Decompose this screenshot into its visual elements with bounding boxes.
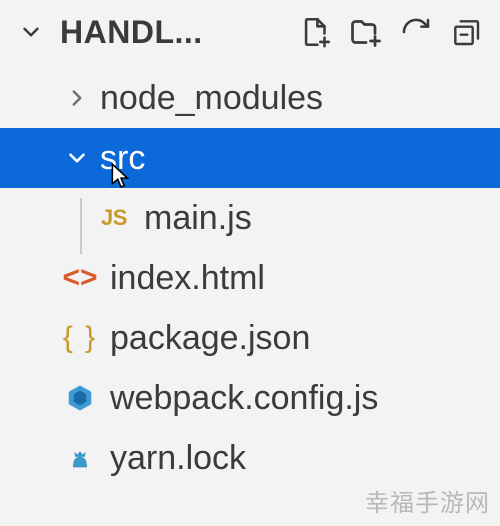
explorer-header: HANDL... [0, 0, 500, 64]
file-label: yarn.lock [110, 441, 246, 475]
file-package-json[interactable]: { } package.json [0, 308, 500, 368]
yarn-file-icon [60, 438, 100, 478]
file-yarn-lock[interactable]: yarn.lock [0, 428, 500, 488]
file-main-js[interactable]: JS main.js [0, 188, 500, 248]
chevron-right-icon [60, 81, 94, 115]
json-file-icon: { } [60, 318, 100, 358]
tree-guide-line [80, 198, 82, 254]
chevron-down-icon[interactable] [14, 15, 48, 49]
new-file-button[interactable] [292, 8, 340, 56]
watermark-text: 幸福手游网 [365, 483, 490, 518]
chevron-down-icon [60, 141, 94, 175]
folder-node-modules[interactable]: node_modules [0, 68, 500, 128]
new-folder-button[interactable] [342, 8, 390, 56]
file-webpack-config-js[interactable]: webpack.config.js [0, 368, 500, 428]
folder-label: src [100, 141, 145, 175]
webpack-file-icon [60, 378, 100, 418]
explorer-title: HANDL... [60, 14, 203, 51]
folder-label: node_modules [100, 81, 323, 115]
collapse-all-button[interactable] [442, 8, 490, 56]
file-index-html[interactable]: <> index.html [0, 248, 500, 308]
file-label: package.json [110, 321, 310, 355]
folder-src[interactable]: src [0, 128, 500, 188]
js-file-icon: JS [94, 198, 134, 238]
file-label: webpack.config.js [110, 381, 378, 415]
refresh-button[interactable] [392, 8, 440, 56]
file-tree: node_modules src JS main.js <> index.htm… [0, 64, 500, 488]
file-label: index.html [110, 261, 265, 295]
file-label: main.js [144, 201, 252, 235]
html-file-icon: <> [60, 258, 100, 298]
